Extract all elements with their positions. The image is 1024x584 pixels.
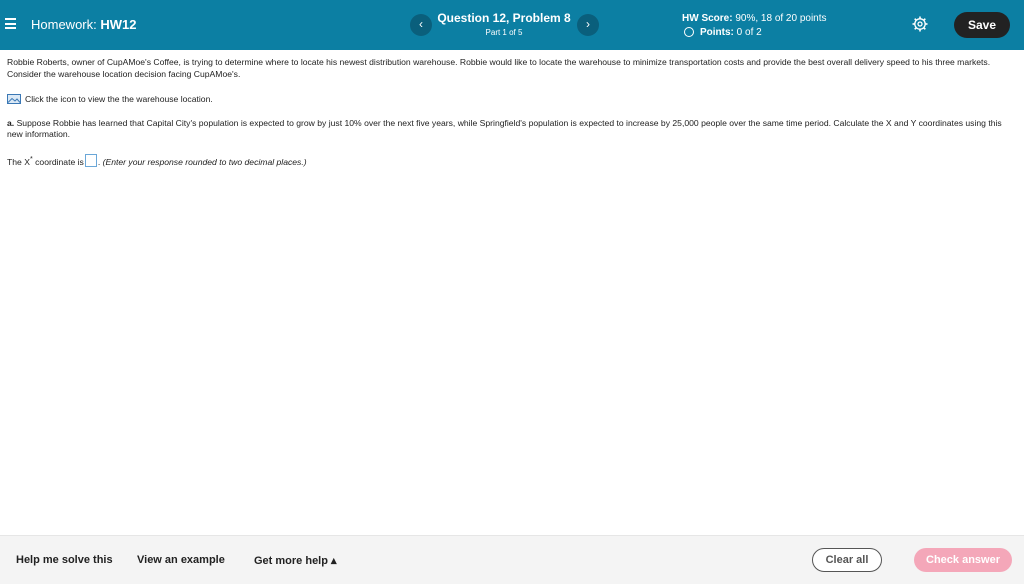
x-line-mid: coordinate is xyxy=(35,156,84,167)
save-button[interactable]: Save xyxy=(954,12,1010,38)
hw-score: HW Score: 90%, 18 of 20 points xyxy=(682,13,827,24)
hw-score-label: HW Score: xyxy=(682,13,733,24)
help-me-solve-button[interactable]: Help me solve this xyxy=(16,554,113,566)
part-a-text: a. Suppose Robbie has learned that Capit… xyxy=(7,118,1011,141)
points-value: 0 of 2 xyxy=(736,27,762,38)
top-bar: Homework: HW12 ‹ Question 12, Problem 8 … xyxy=(0,0,1024,50)
rounding-hint: (Enter your response rounded to two deci… xyxy=(102,156,307,167)
x-line-prefix: The X xyxy=(7,156,30,167)
check-answer-button[interactable]: Check answer xyxy=(914,548,1012,572)
hw-score-value: 90%, 18 of 20 points xyxy=(735,13,827,24)
points-circle-icon xyxy=(684,27,694,37)
points: Points: 0 of 2 xyxy=(684,27,762,38)
part-a-body: Suppose Robbie has learned that Capital … xyxy=(7,117,1002,140)
homework-title: Homework: HW12 xyxy=(31,17,137,32)
problem-content: Robbie Roberts, owner of CupAMoe's Coffe… xyxy=(7,57,1011,168)
homework-prefix: Homework: xyxy=(31,17,97,32)
x-coordinate-answer-input[interactable] xyxy=(84,154,97,168)
view-example-button[interactable]: View an example xyxy=(137,554,225,566)
homework-name: HW12 xyxy=(100,17,137,32)
icon-link-text: Click the icon to view the the warehouse… xyxy=(25,94,213,104)
part-label: Part 1 of 5 xyxy=(485,28,523,37)
points-label: Points: xyxy=(700,27,734,38)
next-question-button[interactable]: › xyxy=(577,14,599,36)
hamburger-menu-icon[interactable] xyxy=(5,18,16,29)
question-title: Question 12, Problem 8 xyxy=(437,11,571,25)
previous-question-button[interactable]: ‹ xyxy=(410,14,432,36)
part-a-label: a. xyxy=(7,117,15,128)
warehouse-icon-line: Click the icon to view the the warehouse… xyxy=(7,94,1011,106)
settings-gear-icon[interactable] xyxy=(912,16,928,32)
bottom-bar: Help me solve this View an example Get m… xyxy=(0,535,1024,584)
problem-intro: Robbie Roberts, owner of CupAMoe's Coffe… xyxy=(7,57,991,79)
x-superscript: * xyxy=(29,154,33,163)
get-more-help-button[interactable]: Get more help ▴ xyxy=(254,554,337,567)
clear-all-button[interactable]: Clear all xyxy=(812,548,882,572)
image-icon[interactable] xyxy=(7,94,21,104)
x-coordinate-line: The X* coordinate is. (Enter your respon… xyxy=(7,154,307,168)
